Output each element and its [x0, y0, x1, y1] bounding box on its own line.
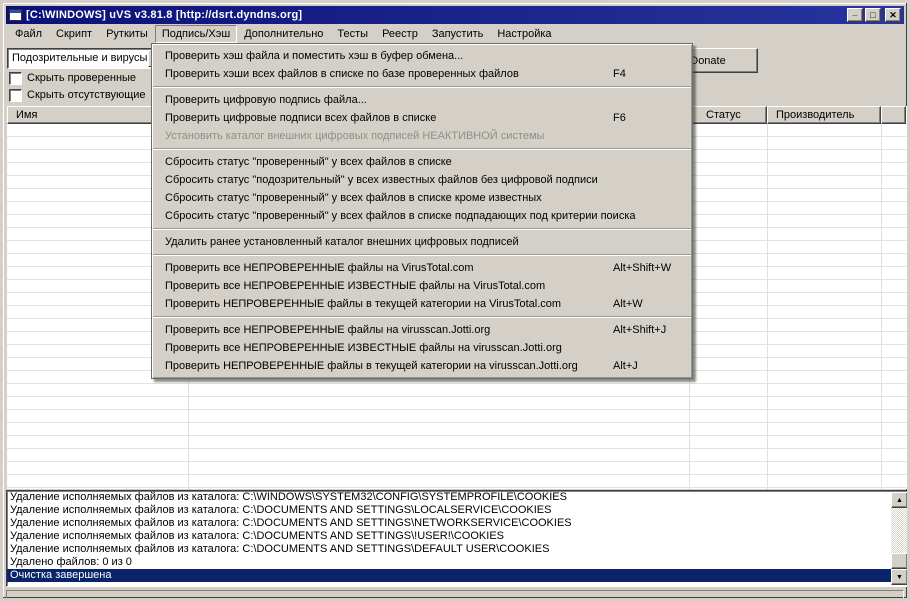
menu-руткиты[interactable]: Руткиты: [99, 25, 155, 43]
menu-item-label: Сбросить статус "проверенный" у всех фай…: [165, 156, 452, 168]
menu-item-label: Проверить НЕПРОВЕРЕННЫЕ файлы в текущей …: [165, 298, 562, 310]
status-bar: [6, 590, 904, 598]
window-controls: _ □ ✕: [847, 6, 901, 22]
menu-item[interactable]: Проверить хэш файла и поместить хэш в бу…: [153, 47, 691, 65]
log-line[interactable]: Очистка завершена: [7, 569, 892, 582]
menu-item[interactable]: Проверить все НЕПРОВЕРЕННЫЕ файлы на vir…: [153, 321, 691, 339]
column-divider: [767, 124, 768, 489]
menu-тесты[interactable]: Тесты: [330, 25, 375, 43]
log-scrollbar[interactable]: ▲ ▼: [891, 492, 907, 585]
menu-separator: [153, 254, 691, 256]
menu-separator: [153, 148, 691, 150]
menu-item[interactable]: Сбросить статус "проверенный" у всех фай…: [153, 207, 691, 225]
window-title: [C:\WINDOWS] uVS v3.81.8 [http://dsrt.dy…: [26, 9, 303, 21]
menu-скрипт[interactable]: Скрипт: [49, 25, 99, 43]
checkbox-icon[interactable]: [9, 71, 22, 85]
category-select-value: Подозрительные и вирусы: [12, 52, 148, 64]
menu-запустить[interactable]: Запустить: [425, 25, 491, 43]
menu-item-label: Проверить хэш файла и поместить хэш в бу…: [165, 50, 464, 62]
menu-item-label: Проверить цифровые подписи всех файлов в…: [165, 112, 437, 124]
menu-файл[interactable]: Файл: [8, 25, 49, 43]
menu-item[interactable]: Проверить цифровые подписи всех файлов в…: [153, 109, 691, 127]
menu-separator: [153, 228, 691, 230]
app-icon: [9, 9, 22, 21]
menu-item-shortcut: Alt+Shift+W: [613, 262, 672, 274]
menu-item[interactable]: Сбросить статус "проверенный" у всех фай…: [153, 153, 691, 171]
menu-item-label: Сбросить статус "проверенный" у всех фай…: [165, 192, 542, 204]
close-button[interactable]: ✕: [885, 8, 901, 22]
menu-item[interactable]: Проверить все НЕПРОВЕРЕННЫЕ ИЗВЕСТНЫЕ фа…: [153, 339, 691, 357]
menu-item[interactable]: Проверить хэши всех файлов в списке по б…: [153, 65, 691, 83]
log-line[interactable]: Удаление исполняемых файлов из каталога:…: [7, 491, 892, 504]
log-line[interactable]: Удаление исполняемых файлов из каталога:…: [7, 504, 892, 517]
title-bar[interactable]: [C:\WINDOWS] uVS v3.81.8 [http://dsrt.dy…: [6, 6, 904, 24]
log-list[interactable]: Удаление исполняемых файлов из каталога:…: [6, 490, 907, 587]
menu-item-label: Проверить все НЕПРОВЕРЕННЫЕ ИЗВЕСТНЫЕ фа…: [165, 280, 546, 292]
menu-реестр[interactable]: Реестр: [375, 25, 425, 43]
menu-дополнительно[interactable]: Дополнительно: [237, 25, 330, 43]
minimize-icon: _: [852, 6, 858, 17]
menu-item[interactable]: Сбросить статус "подозрительный" у всех …: [153, 171, 691, 189]
menu-item[interactable]: Проверить НЕПРОВЕРЕННЫЕ файлы в текущей …: [153, 357, 691, 375]
menu-item-label: Проверить НЕПРОВЕРЕННЫЕ файлы в текущей …: [165, 360, 578, 372]
menu-item-shortcut: Alt+W: [613, 298, 643, 310]
checkbox-icon[interactable]: [9, 88, 22, 102]
menu-separator: [153, 86, 691, 88]
scroll-up-icon[interactable]: ▲: [891, 492, 907, 508]
menu-item-shortcut: Alt+Shift+J: [613, 324, 667, 336]
column-divider: [881, 124, 882, 489]
close-icon: ✕: [889, 9, 897, 20]
menu-item-label: Удалить ранее установленный каталог внеш…: [165, 236, 519, 248]
app-window: [C:\WINDOWS] uVS v3.81.8 [http://dsrt.dy…: [0, 0, 910, 601]
column-header[interactable]: [881, 106, 906, 124]
maximize-button[interactable]: □: [865, 8, 881, 22]
menu-настройка[interactable]: Настройка: [490, 25, 558, 43]
checkbox-label: Скрыть отсутствующие: [27, 89, 146, 101]
category-select[interactable]: Подозрительные и вирусы ▼: [7, 48, 167, 69]
menu-item-label: Проверить цифровую подпись файла...: [165, 94, 367, 106]
checkbox-row[interactable]: Скрыть отсутствующие: [9, 88, 146, 102]
minimize-button[interactable]: _: [847, 6, 863, 22]
menu-item[interactable]: Проверить НЕПРОВЕРЕННЫЕ файлы в текущей …: [153, 295, 691, 313]
menu-item-label: Проверить все НЕПРОВЕРЕННЫЕ файлы на Vir…: [165, 262, 474, 274]
log-line[interactable]: Удаление исполняемых файлов из каталога:…: [7, 517, 892, 530]
log-line[interactable]: Удаление исполняемых файлов из каталога:…: [7, 543, 892, 556]
scrollbar-thumb[interactable]: [891, 553, 907, 569]
column-header-статус[interactable]: Статус: [689, 106, 767, 124]
menu-item[interactable]: Проверить все НЕПРОВЕРЕННЫЕ ИЗВЕСТНЫЕ фа…: [153, 277, 691, 295]
menu-item-shortcut: F6: [613, 112, 626, 124]
menu-item-label: Установить каталог внешних цифровых подп…: [165, 130, 545, 142]
menu-item-label: Проверить все НЕПРОВЕРЕННЫЕ ИЗВЕСТНЫЕ фа…: [165, 342, 562, 354]
menu-подпись-хэш[interactable]: Подпись/Хэш: [154, 24, 238, 43]
checkbox-row[interactable]: Скрыть проверенные: [9, 71, 136, 85]
menu-item-label: Проверить все НЕПРОВЕРЕННЫЕ файлы на vir…: [165, 324, 491, 336]
menu-item[interactable]: Проверить все НЕПРОВЕРЕННЫЕ файлы на Vir…: [153, 259, 691, 277]
signature-hash-menu: Проверить хэш файла и поместить хэш в бу…: [151, 43, 693, 379]
donate-button-label: Donate: [690, 54, 726, 67]
menu-item[interactable]: Проверить цифровую подпись файла...: [153, 91, 691, 109]
menu-item-shortcut: F4: [613, 68, 626, 80]
menu-separator: [153, 316, 691, 318]
checkbox-label: Скрыть проверенные: [27, 72, 137, 84]
menu-bar: Файл Скрипт Руткиты Подпись/Хэш Дополнительн…: [6, 24, 904, 43]
menu-item[interactable]: Сбросить статус "проверенный" у всех фай…: [153, 189, 691, 207]
menu-item[interactable]: Удалить ранее установленный каталог внеш…: [153, 233, 691, 251]
menu-item-label: Сбросить статус "проверенный" у всех фай…: [165, 210, 636, 222]
menu-item-label: Сбросить статус "подозрительный" у всех …: [165, 174, 598, 186]
menu-item-shortcut: Alt+J: [613, 360, 638, 372]
scroll-down-icon[interactable]: ▼: [891, 569, 907, 585]
log-line[interactable]: Удалено файлов: 0 из 0: [7, 556, 892, 569]
column-header-производитель[interactable]: Производитель: [767, 106, 881, 124]
maximize-icon: □: [870, 9, 876, 20]
log-line[interactable]: Удаление исполняемых файлов из каталога:…: [7, 530, 892, 543]
menu-item: Установить каталог внешних цифровых подп…: [153, 127, 691, 145]
menu-item-label: Проверить хэши всех файлов в списке по б…: [165, 68, 519, 80]
